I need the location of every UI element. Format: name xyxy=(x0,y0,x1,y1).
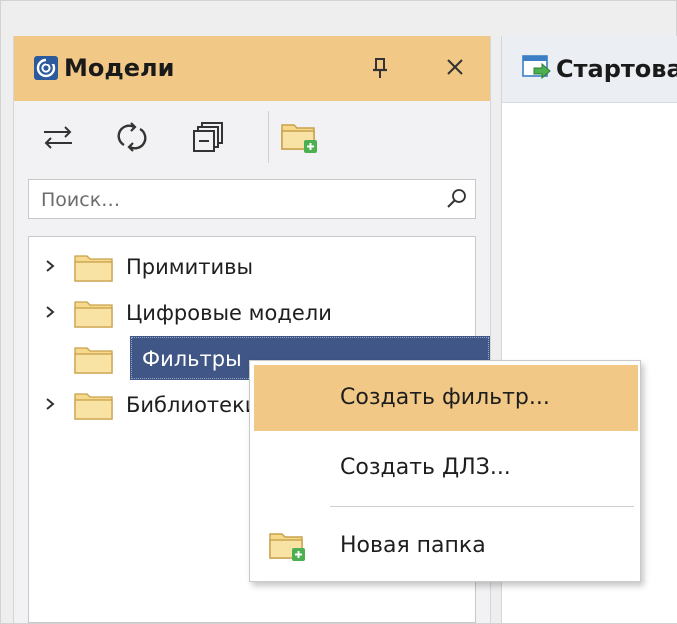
menu-item-label: Создать ДЛЗ... xyxy=(340,455,511,480)
start-page-icon xyxy=(522,55,551,80)
close-icon xyxy=(447,59,463,75)
search-icon xyxy=(447,189,466,208)
panel-header: Модели xyxy=(14,36,490,101)
tab-label: Стартовая страница xyxy=(556,55,677,83)
folder-icon xyxy=(74,393,113,420)
app-logo-icon xyxy=(34,56,58,80)
menu-item-create-filter[interactable]: Создать фильтр... xyxy=(254,365,638,431)
menu-item-label: Создать фильтр... xyxy=(340,385,550,410)
new-folder-icon[interactable] xyxy=(280,115,320,155)
panel-title: Модели xyxy=(64,54,175,82)
tree-item-digital-models[interactable]: Цифровые модели xyxy=(29,290,477,334)
menu-separator xyxy=(330,506,634,507)
toolbar-separator xyxy=(268,111,269,163)
folder-icon xyxy=(74,347,113,374)
tree-item-primitives[interactable]: Примитивы xyxy=(29,244,477,288)
tree-item-label: Цифровые модели xyxy=(126,301,332,325)
folder-icon xyxy=(74,301,113,328)
application-window: Модели Поиск… Примитивы Цифровые модели … xyxy=(0,0,677,624)
menu-item-create-dlz[interactable]: Создать ДЛЗ... xyxy=(254,435,638,501)
tree-item-label: Примитивы xyxy=(126,255,254,279)
tree-item-label: Библиотеки xyxy=(126,393,259,417)
tree-item-label: Фильтры xyxy=(142,347,242,371)
tab-start-page[interactable]: Стартовая страница xyxy=(502,36,677,103)
pin-icon[interactable] xyxy=(366,54,394,82)
folder-icon xyxy=(74,255,113,282)
new-folder-icon xyxy=(269,533,305,561)
chevron-right-icon[interactable] xyxy=(43,395,57,413)
chevron-right-icon[interactable] xyxy=(43,257,57,275)
panel-toolbar xyxy=(14,101,490,171)
menu-item-label: Новая папка xyxy=(340,533,486,558)
search-input[interactable]: Поиск… xyxy=(28,179,476,219)
context-menu: Создать фильтр... Создать ДЛЗ... Новая п… xyxy=(249,360,641,582)
refresh-icon[interactable] xyxy=(112,117,152,157)
collapse-all-icon[interactable] xyxy=(188,117,228,157)
chevron-right-icon[interactable] xyxy=(43,303,57,321)
close-panel-button[interactable] xyxy=(440,52,470,82)
search-placeholder: Поиск… xyxy=(41,189,121,211)
swap-icon[interactable] xyxy=(38,117,78,157)
menu-item-new-folder[interactable]: Новая папка xyxy=(254,513,638,579)
